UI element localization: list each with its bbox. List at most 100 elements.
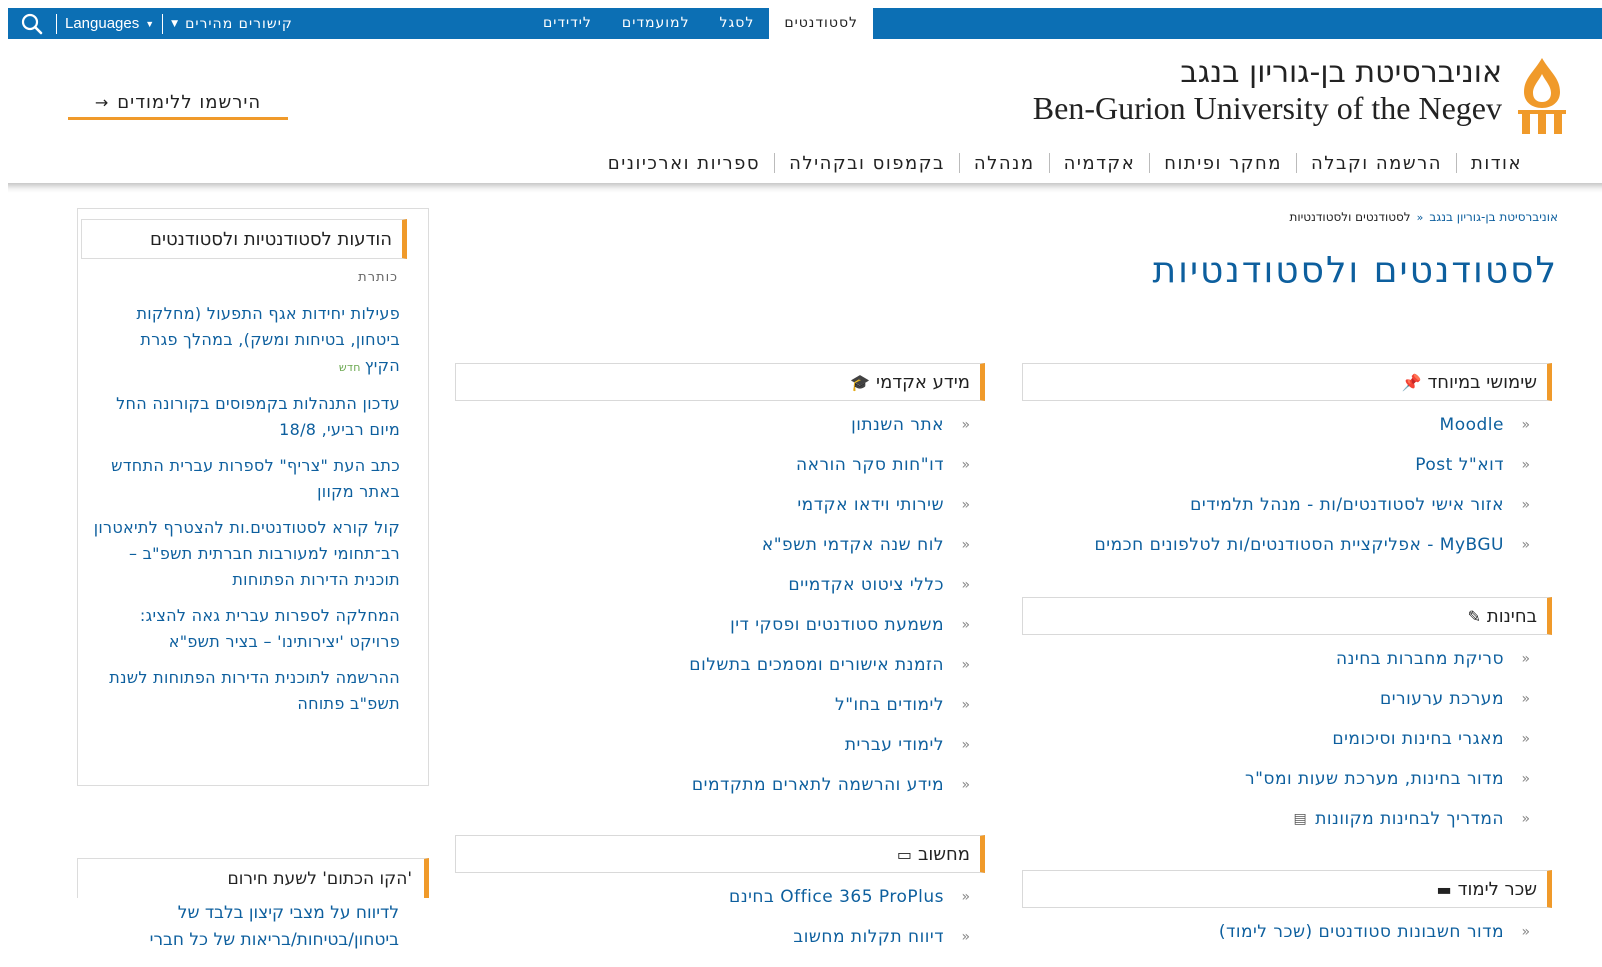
- graduation-icon: 🎓: [850, 372, 871, 392]
- nav-item-libraries[interactable]: ספריות וארכיונים: [594, 153, 774, 174]
- link-appeals[interactable]: « מערכת ערעורים: [1014, 679, 1534, 719]
- link-exam-scan[interactable]: « סריקת מחברות בחינה: [1014, 639, 1534, 679]
- link-label: אתר השנתון: [851, 415, 944, 435]
- nav-item-admissions[interactable]: הרשמה וקבלה: [1297, 153, 1456, 174]
- header-shadow: [8, 183, 1602, 193]
- link-office-365[interactable]: « Office 365 ProPlus בחינם: [454, 877, 974, 917]
- divider: [958, 153, 960, 173]
- tab-applicants[interactable]: למועמדים: [607, 8, 705, 39]
- flame-logo-icon: [1518, 58, 1566, 134]
- languages-label: Languages: [65, 15, 140, 32]
- link-academic-calendar[interactable]: « לוח שנה אקדמי תשפ"א: [454, 525, 974, 565]
- link-study-abroad[interactable]: « לימודים בחו"ל: [454, 685, 974, 725]
- page-title: לסטודנטים ולסטודנטיות: [1152, 250, 1558, 291]
- double-chevron-icon: «: [1521, 537, 1531, 553]
- double-chevron-icon: «: [1521, 497, 1531, 513]
- double-chevron-icon: «: [1521, 691, 1531, 707]
- link-exams-department[interactable]: « מדור בחינות, מערכת שעות ומס"ר: [1014, 759, 1534, 799]
- news-item[interactable]: המחלקה לספרות עברית גאה להציג: פרויקט 'י…: [90, 603, 400, 655]
- panel-header-exams: בחינות ✎: [1022, 597, 1552, 635]
- link-student-accounts[interactable]: « מדור חשבונות סטודנטים (שכר לימוד): [1014, 912, 1534, 952]
- link-label: אזור אישי לסטודנטים/ות - מנהל תלמידים: [1190, 495, 1504, 515]
- news-item[interactable]: קול קורא לסטודנטים.ות להצטרף לתיאטרון רב…: [90, 515, 400, 593]
- caret-down-icon: ▼: [171, 18, 180, 29]
- quick-links-dropdown[interactable]: קישורים מהירים ▼: [171, 16, 293, 32]
- divider: [1149, 153, 1151, 173]
- double-chevron-icon: «: [1521, 731, 1531, 747]
- panel-title: שימושי במיוחד: [1427, 371, 1537, 393]
- useful-links: « Moodle « דוא"ל Post « אזור אישי לסטודנטים…: [1014, 405, 1534, 565]
- emergency-line-header: 'הקו הכתום' לשעת חירום: [77, 858, 429, 898]
- link-yearbook[interactable]: « אתר השנתון: [454, 405, 974, 445]
- news-item[interactable]: פעילות יחידות אגף התפעול (מחלקות ביטחון,…: [90, 301, 400, 381]
- panel-header-computing: מחשוב ▭: [455, 835, 985, 873]
- nav-item-about[interactable]: אודות: [1457, 153, 1522, 174]
- link-label: מדור חשבונות סטודנטים (שכר לימוד): [1218, 922, 1504, 942]
- link-label: לימודי עברית: [844, 735, 944, 755]
- tuition-links: « מדור חשבונות סטודנטים (שכר לימוד): [1014, 912, 1534, 952]
- announcements-box: הודעות לסטודנטיות ולסטודנטים כותרת פעילו…: [77, 208, 429, 786]
- breadcrumb-home-link[interactable]: אוניברסיטת בן-גוריון בנגב: [1429, 210, 1558, 224]
- link-email-post[interactable]: « דוא"ל Post: [1014, 445, 1534, 485]
- news-item[interactable]: ההרשמה לתוכנית הדירות הפתוחות לשנת תשפ"ב…: [90, 665, 400, 717]
- double-chevron-icon: «: [1521, 771, 1531, 787]
- computing-links: « Office 365 ProPlus בחינם « דיווח תקלות מ…: [454, 877, 974, 957]
- new-badge: חדש: [338, 361, 361, 374]
- university-logo[interactable]: אוניברסיטת בן-גוריון בנגב Ben-Gurion Uni…: [1033, 56, 1570, 136]
- link-label: המדריך לבחינות מקוונות: [1315, 809, 1504, 829]
- link-label: לוח שנה אקדמי תשפ"א: [761, 535, 944, 555]
- nav-item-research[interactable]: מחקר ופיתוח: [1150, 153, 1296, 174]
- link-academic-video[interactable]: « שירותי וידאו אקדמי: [454, 485, 974, 525]
- panel-title: מחשוב: [917, 843, 970, 865]
- link-exam-archive[interactable]: « מאגרי בחינות וסיכומים: [1014, 719, 1534, 759]
- panel-header-tuition: שכר לימוד ▬: [1022, 870, 1552, 908]
- announcements-subtitle: כותרת: [358, 270, 398, 285]
- top-bar: Languages ▼ קישורים מהירים ▼ לסטודנטים ל…: [8, 8, 1602, 41]
- link-mybgu-app[interactable]: « MyBGU - אפליקציית הסטודנטים/ות לטלפונים…: [1014, 525, 1534, 565]
- link-moodle[interactable]: « Moodle: [1014, 405, 1534, 445]
- caret-down-icon: ▼: [145, 18, 155, 29]
- news-item[interactable]: כתב העת "צריף" לספרות עברית התחדש באתר מ…: [90, 453, 400, 505]
- nav-item-administration[interactable]: מנהלה: [960, 153, 1049, 174]
- logo-english-text: Ben-Gurion University of the Negev: [1032, 90, 1502, 126]
- pin-icon: 📌: [1401, 372, 1422, 392]
- nav-item-campus[interactable]: בקמפוס ובקהילה: [775, 153, 959, 174]
- link-label: מאגרי בחינות וסיכומים: [1332, 729, 1504, 749]
- tab-friends[interactable]: לידידים: [528, 8, 607, 39]
- link-label: דוא"ל Post: [1415, 455, 1504, 475]
- link-label: שירותי וידאו אקדמי: [797, 495, 944, 515]
- double-chevron-icon: «: [961, 697, 971, 713]
- languages-dropdown[interactable]: Languages ▼: [65, 15, 154, 32]
- emergency-line-text[interactable]: לדיווח על מצבי קיצון בלבד של ביטחון/בטיח…: [79, 900, 399, 954]
- audience-tabs: לסטודנטים לסגל למועמדים לידידים: [528, 8, 873, 41]
- link-teaching-survey[interactable]: « דו"חות סקר הוראה: [454, 445, 974, 485]
- divider: [56, 13, 57, 34]
- logo-hebrew-text: אוניברסיטת בן-גוריון בנגב: [1180, 55, 1502, 90]
- nav-item-academia[interactable]: אקדמיה: [1050, 153, 1150, 174]
- divider: [1048, 153, 1050, 173]
- breadcrumb-current: לסטודנטים ולסטודנטיות: [1289, 210, 1411, 224]
- pen-icon: ✎: [1467, 606, 1481, 626]
- search-icon[interactable]: [16, 8, 48, 39]
- link-discipline[interactable]: « משמעת סטודנטים ופסקי דין: [454, 605, 974, 645]
- link-citation-rules[interactable]: « כללי ציטוט אקדמיים: [454, 565, 974, 605]
- link-order-documents[interactable]: « הזמנת אישורים ומסמכים בתשלום: [454, 645, 974, 685]
- link-label: Moodle: [1439, 415, 1504, 435]
- divider: [162, 13, 164, 34]
- register-button[interactable]: הירשמו ללימודים →: [68, 87, 288, 120]
- double-chevron-icon: «: [1416, 210, 1424, 224]
- news-list: פעילות יחידות אגף התפעול (מחלקות ביטחון,…: [90, 301, 400, 727]
- divider: [1456, 153, 1457, 173]
- tab-staff[interactable]: לסגל: [705, 8, 770, 39]
- link-advanced-degrees[interactable]: « מידע והרשמה לתארים מתקדמים: [454, 765, 974, 805]
- link-personal-area[interactable]: « אזור אישי לסטודנטים/ות - מנהל תלמידים: [1014, 485, 1534, 525]
- link-label: משמעת סטודנטים ופסקי דין: [730, 615, 944, 635]
- double-chevron-icon: «: [1521, 457, 1531, 473]
- link-hebrew-studies[interactable]: « לימודי עברית: [454, 725, 974, 765]
- breadcrumb: אוניברסיטת בן-גוריון בנגב « לסטודנטים ול…: [1289, 210, 1558, 224]
- link-report-computer-issue[interactable]: « דיווח תקלות מחשוב: [454, 917, 974, 957]
- tab-students[interactable]: לסטודנטים: [769, 8, 873, 41]
- link-online-exam-guide[interactable]: « המדריך לבחינות מקוונות ▤: [1014, 799, 1534, 839]
- link-label: מידע והרשמה לתארים מתקדמים: [691, 775, 944, 795]
- news-item[interactable]: עדכון התנהלות בקמפוסים בקורונה החל מיום …: [90, 391, 400, 443]
